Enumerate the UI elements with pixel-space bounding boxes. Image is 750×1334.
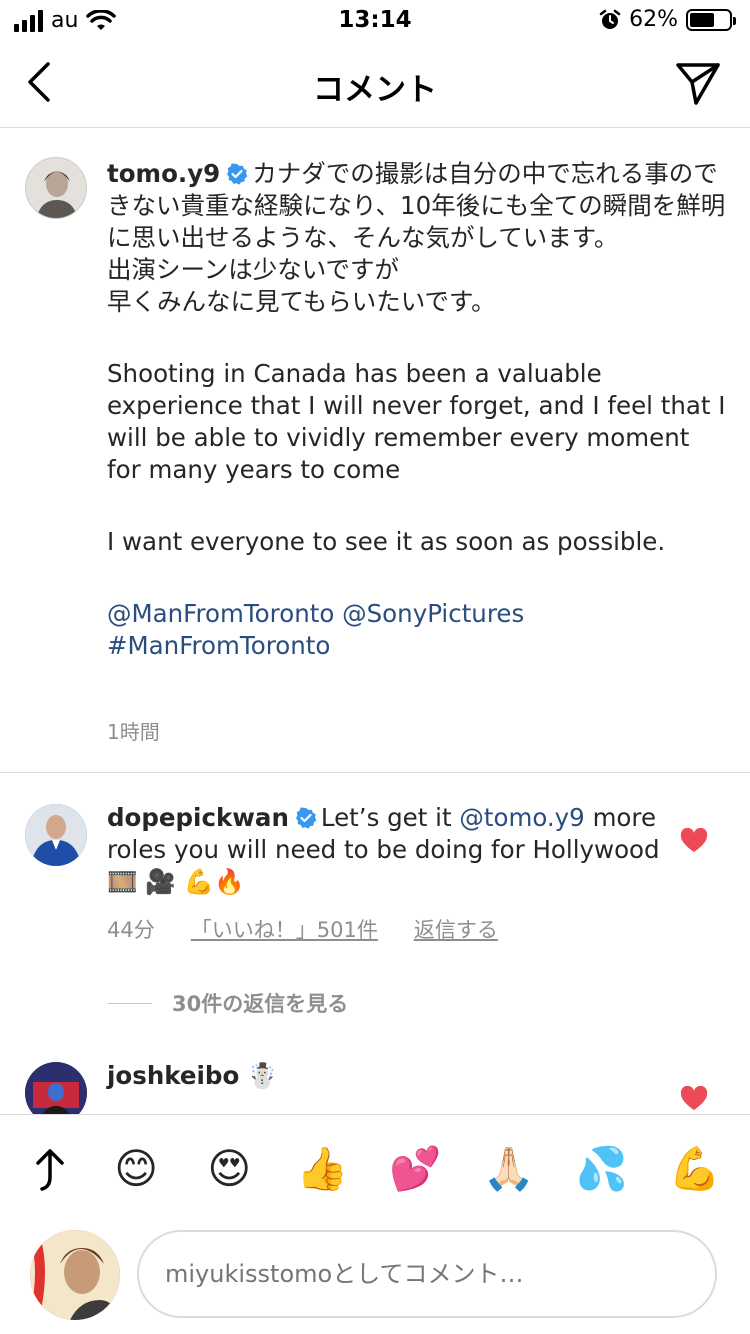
comment-input[interactable] xyxy=(137,1230,717,1318)
hashtag-link[interactable]: #ManFromToronto xyxy=(107,631,330,660)
emoji-two-hearts-button[interactable]: 💕 xyxy=(389,1147,443,1190)
emoji-muscle-button[interactable]: 💪 xyxy=(668,1147,722,1190)
profile-photo-icon xyxy=(30,1230,120,1320)
avatar xyxy=(30,1230,120,1320)
profile-photo-icon xyxy=(26,158,86,218)
emoji-thumbs-up-button[interactable]: 👍 xyxy=(295,1147,349,1190)
caption-tags: @ManFromToronto @SonyPictures xyxy=(107,598,727,630)
comment-body-1: Let’s get it xyxy=(320,803,452,832)
alarm-clock-icon xyxy=(599,9,621,29)
comment-composer xyxy=(0,1222,750,1334)
battery-percentage: 62% xyxy=(629,7,678,32)
emoji-sweat-drops-button[interactable]: 💦 xyxy=(575,1147,629,1190)
caption-en-text-2: I want everyone to see it as soon as pos… xyxy=(107,527,666,556)
divider xyxy=(108,1002,152,1004)
caption-en-text-1: Shooting in Canada has been a valuable e… xyxy=(107,359,726,484)
profile-photo-icon xyxy=(25,1062,87,1114)
verified-badge-icon xyxy=(295,807,317,829)
quick-emoji-bar: 😊 😍 👍 💕 🙏🏻 💦 💪 xyxy=(0,1114,750,1222)
emoji-heart-eyes-button[interactable]: 😍 xyxy=(202,1147,256,1190)
post-caption: tomo.y9 カナダでの撮影は自分の中で忘れる事のできない貴重な経験になり、10… xyxy=(0,128,750,773)
comment-timestamp: 44分 xyxy=(107,918,155,942)
heart-icon[interactable] xyxy=(680,828,708,854)
mention-link[interactable]: @tomo.y9 xyxy=(459,803,584,832)
comment-meta: 44分 「いいね！」501件 返信する xyxy=(107,914,498,944)
heart-icon[interactable] xyxy=(680,1086,708,1112)
arrow-up-icon[interactable] xyxy=(30,1147,70,1191)
status-right: 62% xyxy=(599,7,736,32)
caption-timestamp: 1時間 xyxy=(107,720,160,744)
view-replies-button[interactable]: 30件の返信を見る xyxy=(108,988,348,1018)
caption-ja-text-2: 出演シーンは少ないですが xyxy=(107,255,400,284)
avatar[interactable] xyxy=(25,1062,87,1114)
likes-count-link[interactable]: 「いいね！」501件 xyxy=(191,914,378,944)
comment-username[interactable]: dopepickwan xyxy=(107,803,289,832)
view-replies-label: 30件の返信を見る xyxy=(172,992,349,1016)
profile-photo-icon xyxy=(25,804,87,866)
caption-ja-text-3: 早くみんなに見てもらいたいです。 xyxy=(107,287,496,316)
battery-icon xyxy=(686,8,736,31)
avatar[interactable] xyxy=(25,157,87,219)
comment-text: dopepickwan Let’s get it @tomo.y9 more ro… xyxy=(107,802,687,898)
caption-line-1: tomo.y9 カナダでの撮影は自分の中で忘れる事のできない貴重な経験になり、10… xyxy=(107,158,727,254)
status-bar: au 13:14 62% xyxy=(0,0,750,40)
mention-link[interactable]: @SonyPictures xyxy=(342,599,524,628)
emoji-pray-button[interactable]: 🙏🏻 xyxy=(482,1147,536,1190)
verified-badge-icon xyxy=(227,163,248,185)
comment-item: dopepickwan Let’s get it @tomo.y9 more ro… xyxy=(0,774,750,1034)
emoji-smile-button[interactable]: 😊 xyxy=(109,1147,163,1190)
page-title: コメント xyxy=(313,72,437,108)
paper-plane-icon[interactable] xyxy=(674,60,722,106)
comment-item: joshkeibo ☃️ xyxy=(0,1034,750,1114)
comment-body: ☃️ xyxy=(247,1061,278,1090)
battery-level xyxy=(690,12,714,27)
comment-text: joshkeibo ☃️ xyxy=(107,1060,727,1092)
caption-username[interactable]: tomo.y9 xyxy=(107,159,220,188)
mention-link[interactable]: @ManFromToronto xyxy=(107,599,334,628)
reply-button[interactable]: 返信する xyxy=(414,914,498,944)
caption-text: tomo.y9 カナダでの撮影は自分の中で忘れる事のできない貴重な経験になり、10… xyxy=(107,158,727,662)
avatar[interactable] xyxy=(25,804,87,866)
nav-bar: コメント xyxy=(0,40,750,128)
comment-username[interactable]: joshkeibo xyxy=(107,1061,239,1090)
